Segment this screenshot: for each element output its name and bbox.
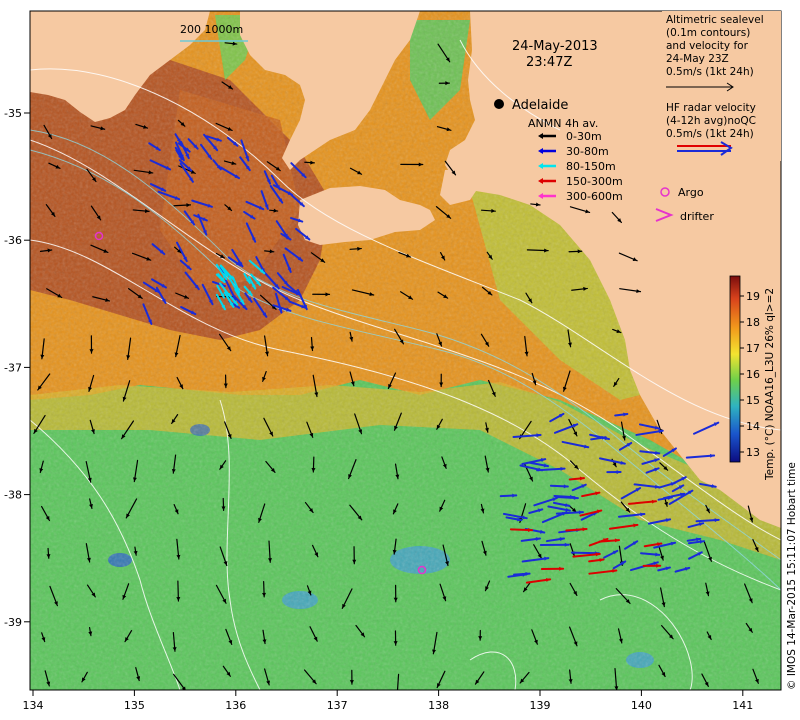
depth-note-label: 200 1000m (180, 23, 243, 36)
y-tick-label: -39 (4, 616, 22, 629)
colorbar-tick-label: 18 (746, 316, 760, 329)
y-tick-label: -37 (4, 361, 22, 374)
arrow-head (395, 691, 399, 695)
altimetric-line: (0.1m contours) (666, 27, 750, 39)
altimetric-line: and velocity for (666, 40, 749, 52)
y-tick-label: -35 (4, 107, 22, 120)
anmn-legend-label: 30-80m (566, 145, 609, 158)
colorbar-gradient (729, 275, 741, 463)
hf-line: (4-12h avg)noQC (666, 115, 756, 127)
x-tick-label: 136 (225, 699, 246, 712)
y-tick-label: -36 (4, 234, 22, 247)
altimetric-line: 24-May 23Z (666, 53, 729, 65)
adelaide-marker (494, 99, 504, 109)
altimetric-line: 0.5m/s (1kt 24h) (666, 66, 754, 78)
x-tick-label: 140 (631, 699, 652, 712)
colorbar-tick-label: 13 (746, 446, 760, 459)
colorbar-tick-label: 17 (746, 342, 760, 355)
sst-map: 24-May-2013 23:47Z 200 1000m Adelaide AN… (4, 10, 798, 712)
altimetric-line: Altimetric sealevel (666, 14, 764, 26)
anmn-legend-label: 300-600m (566, 190, 623, 203)
x-tick-label: 139 (530, 699, 551, 712)
y-tick-label: -38 (4, 489, 22, 502)
colorbar-tick-label: 19 (746, 290, 760, 303)
anmn-legend-label: 150-300m (566, 175, 623, 188)
credit-text: © IMOS 14-Mar-2015 15:11:07 Hobart time (786, 462, 798, 690)
anmn-legend-label: 80-150m (566, 160, 616, 173)
map-date: 24-May-2013 (512, 39, 598, 54)
x-tick-label: 134 (23, 699, 44, 712)
colorbar-tick-label: 16 (746, 368, 760, 381)
y-axis: -35 -36 -37 -38 -39 (4, 107, 30, 629)
x-axis: 134 135 136 137 138 139 140 141 (23, 690, 753, 712)
anmn-legend-title: ANMN 4h av. (528, 117, 598, 130)
x-tick-label: 135 (124, 699, 145, 712)
map-time: 23:47Z (526, 55, 572, 70)
colorbar-tick-label: 15 (746, 394, 760, 407)
colorbar-tick-label: 14 (746, 420, 760, 433)
x-tick-label: 137 (327, 699, 348, 712)
x-tick-label: 138 (428, 699, 449, 712)
city-label: Adelaide (512, 98, 568, 113)
anmn-legend-label: 0-30m (566, 130, 602, 143)
hf-line: 0.5m/s (1kt 24h) (666, 128, 754, 140)
hf-line: HF radar velocity (666, 102, 756, 114)
x-tick-label: 141 (732, 699, 753, 712)
colorbar-label: Temp. (°C) NOAA16_L3U 26% ql>=2 (764, 288, 776, 481)
drifter-legend-label: drifter (680, 210, 714, 223)
argo-legend-label: Argo (678, 186, 704, 199)
arrow-shaft (570, 551, 600, 555)
